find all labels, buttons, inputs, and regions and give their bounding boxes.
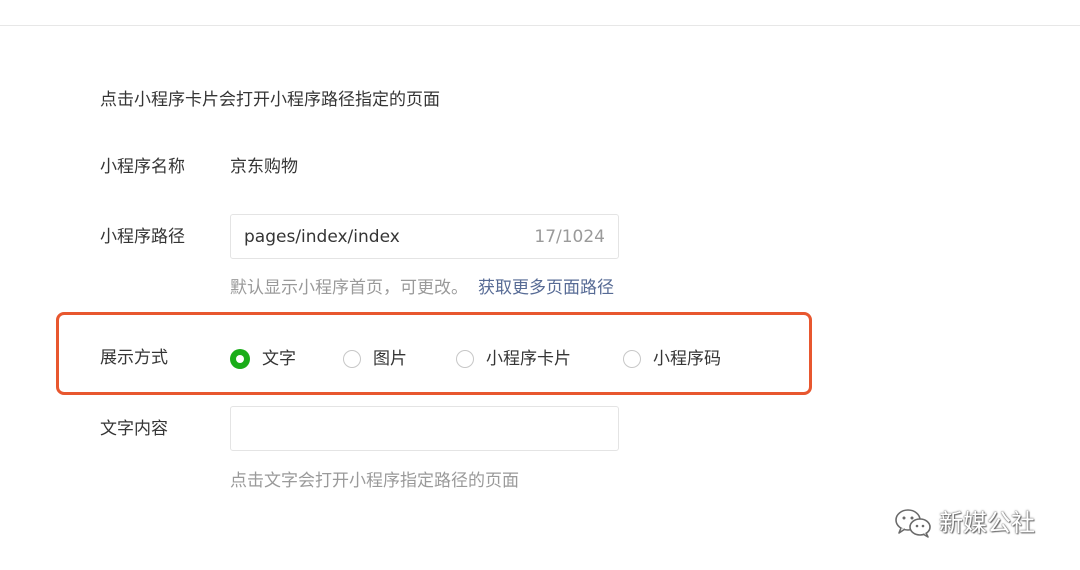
top-divider	[0, 25, 1080, 26]
radio-option-image[interactable]: 图片	[343, 347, 407, 371]
mini-program-name-value: 京东购物	[230, 157, 298, 177]
text-content-hint: 点击文字会打开小程序指定路径的页面	[230, 471, 519, 491]
char-counter: 17/1024	[534, 227, 605, 247]
radio-label-card: 小程序卡片	[486, 349, 571, 369]
more-paths-link[interactable]: 获取更多页面路径	[478, 278, 614, 298]
display-mode-label: 展示方式	[100, 348, 168, 368]
mini-program-name-label: 小程序名称	[100, 157, 185, 177]
mini-program-path-label: 小程序路径	[100, 227, 185, 247]
radio-option-card[interactable]: 小程序卡片	[456, 347, 571, 371]
radio-option-qrcode[interactable]: 小程序码	[623, 347, 721, 371]
watermark-text: 新媒公社	[939, 509, 1035, 537]
radio-unchecked-icon[interactable]	[343, 350, 361, 368]
path-hint-text: 默认显示小程序首页，可更改。	[230, 278, 468, 298]
path-input-value[interactable]: pages/index/index	[244, 215, 400, 260]
radio-unchecked-icon[interactable]	[623, 350, 641, 368]
radio-unchecked-icon[interactable]	[456, 350, 474, 368]
radio-label-text: 文字	[262, 349, 296, 369]
path-hint: 默认显示小程序首页，可更改。 获取更多页面路径	[230, 276, 614, 300]
mini-program-path-input[interactable]: pages/index/index 17/1024	[230, 214, 619, 259]
radio-option-text[interactable]: 文字	[230, 347, 296, 371]
radio-checked-icon[interactable]	[230, 349, 250, 369]
text-content-input[interactable]	[230, 406, 619, 451]
wechat-icon	[895, 509, 931, 538]
radio-label-qrcode: 小程序码	[653, 349, 721, 369]
text-content-label: 文字内容	[100, 419, 168, 439]
intro-text: 点击小程序卡片会打开小程序路径指定的页面	[100, 90, 440, 110]
radio-label-image: 图片	[373, 349, 407, 369]
watermark: 新媒公社	[893, 505, 1035, 541]
